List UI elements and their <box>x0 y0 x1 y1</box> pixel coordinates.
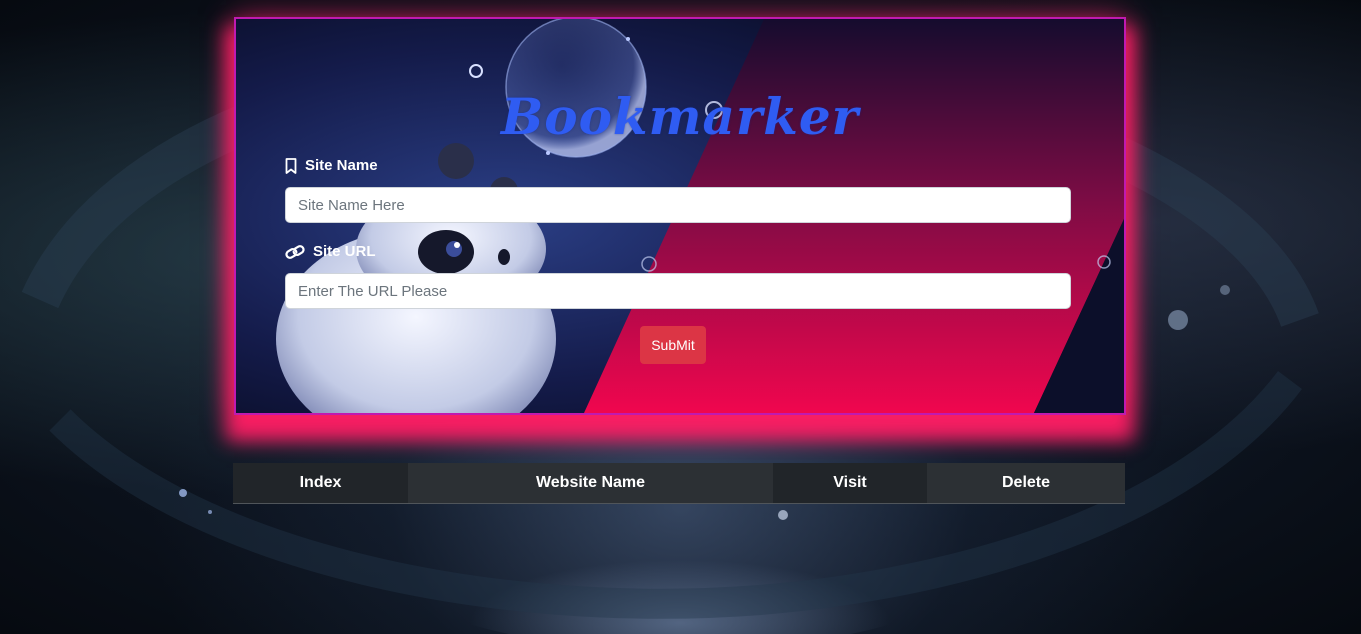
header-website-name: Website Name <box>408 463 773 504</box>
bookmarks-table: Index Website Name Visit Delete <box>233 463 1125 504</box>
site-url-label-text: Site URL <box>313 243 376 260</box>
submit-button[interactable]: SubMit <box>640 326 706 364</box>
site-name-input[interactable] <box>285 187 1071 223</box>
header-delete: Delete <box>927 463 1125 504</box>
link-icon <box>285 244 305 259</box>
site-url-input[interactable] <box>285 273 1071 309</box>
site-url-label: Site URL <box>285 243 376 260</box>
bookmarks-table-container: Index Website Name Visit Delete <box>233 463 1125 504</box>
header-index: Index <box>233 463 408 504</box>
bookmark-icon <box>285 157 297 174</box>
app-title: Bookmarker <box>500 87 860 146</box>
table-header-row: Index Website Name Visit Delete <box>233 463 1125 504</box>
header-visit: Visit <box>773 463 927 504</box>
site-name-label-text: Site Name <box>305 157 378 174</box>
site-name-label: Site Name <box>285 157 378 174</box>
bookmark-form-card: Bookmarker Site Name Site URL SubMit <box>234 17 1126 415</box>
